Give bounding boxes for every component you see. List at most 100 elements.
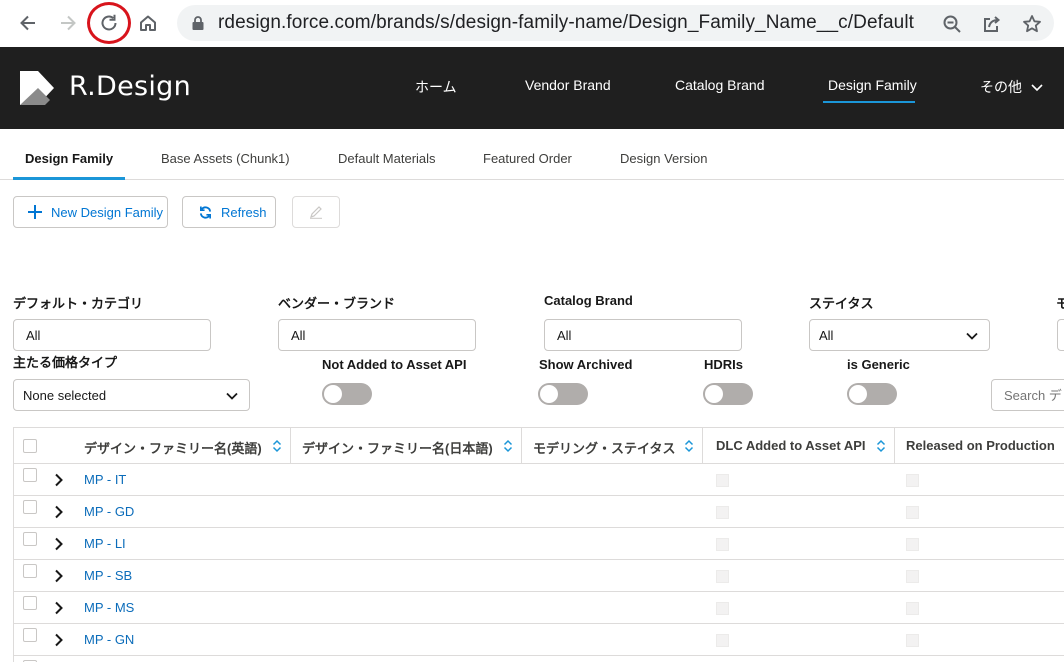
nav-more-label: その他: [980, 79, 1022, 95]
address-bar[interactable]: rdesign.force.com/brands/s/design-family…: [177, 5, 1054, 41]
design-family-link[interactable]: MP - LI: [84, 536, 126, 551]
vendor-brand-value: All: [291, 327, 306, 343]
show-archived-toggle[interactable]: [538, 383, 588, 405]
dlc-added-checkbox: [716, 474, 729, 487]
chevron-down-icon: [966, 332, 978, 340]
price-type-label: 主たる価格タイプ: [13, 355, 118, 370]
table-row[interactable]: MP - GD: [14, 496, 1064, 528]
column-header-dlc-added[interactable]: DLC Added to Asset API: [716, 438, 866, 453]
sort-icon[interactable]: [503, 439, 513, 453]
tab-featured-order[interactable]: Featured Order: [483, 151, 572, 166]
released-checkbox: [906, 506, 919, 519]
url-text: rdesign.force.com/brands/s/design-family…: [218, 12, 915, 33]
chevron-right-icon[interactable]: [54, 633, 64, 647]
app-header: R.Design ホーム Vendor Brand Catalog Brand …: [0, 47, 1064, 129]
refresh-label: Refresh: [221, 204, 267, 220]
tab-design-family[interactable]: Design Family: [25, 151, 113, 166]
released-checkbox: [906, 570, 919, 583]
edit-button[interactable]: [292, 196, 340, 228]
row-checkbox[interactable]: [23, 500, 37, 514]
table-row[interactable]: MP - LI: [14, 528, 1064, 560]
chevron-right-icon[interactable]: [54, 601, 64, 615]
catalog-brand-input[interactable]: All: [544, 319, 742, 351]
hdris-toggle[interactable]: [703, 383, 753, 405]
show-archived-label: Show Archived: [539, 357, 633, 372]
zoom-icon[interactable]: [941, 13, 963, 35]
price-type-select[interactable]: None selected: [13, 379, 250, 411]
chevron-right-icon[interactable]: [54, 569, 64, 583]
nav-catalog-brand[interactable]: Catalog Brand: [675, 77, 765, 93]
new-design-family-label: New Design Family: [51, 204, 163, 220]
design-family-link[interactable]: MP - IT: [84, 472, 126, 487]
nav-more[interactable]: その他: [980, 77, 1043, 97]
row-checkbox[interactable]: [23, 564, 37, 578]
chevron-right-icon[interactable]: [54, 537, 64, 551]
table-row[interactable]: MP - SB: [14, 560, 1064, 592]
is-generic-toggle[interactable]: [847, 383, 897, 405]
back-icon[interactable]: [13, 8, 43, 38]
search-input[interactable]: [991, 379, 1064, 411]
default-category-value: All: [26, 327, 41, 343]
column-header-modeling-status[interactable]: モデリング・ステイタス: [533, 438, 675, 457]
bookmark-star-icon[interactable]: [1021, 13, 1043, 35]
price-type-value: None selected: [23, 387, 107, 403]
column-header-name-ja[interactable]: デザイン・ファミリー名(日本語): [302, 438, 493, 457]
catalog-brand-label: Catalog Brand: [544, 293, 633, 308]
table-row[interactable]: MP - MS: [14, 592, 1064, 624]
share-icon[interactable]: [981, 13, 1003, 35]
vendor-brand-input[interactable]: All: [278, 319, 476, 351]
not-added-to-asset-api-toggle[interactable]: [322, 383, 372, 405]
sort-icon[interactable]: [876, 439, 886, 453]
chevron-down-icon: [226, 392, 238, 400]
nav-vendor-brand[interactable]: Vendor Brand: [525, 77, 611, 93]
extra-filter-label: モ: [1056, 296, 1064, 311]
default-category-input[interactable]: All: [13, 319, 211, 351]
reload-highlight-circle: [87, 2, 131, 44]
new-design-family-button[interactable]: New Design Family: [13, 196, 168, 228]
released-checkbox: [906, 538, 919, 551]
extra-filter-input[interactable]: [1057, 319, 1064, 351]
brand-name[interactable]: R.Design: [69, 71, 191, 102]
forward-icon[interactable]: [53, 8, 83, 38]
design-family-link[interactable]: MP - SB: [84, 568, 132, 583]
sort-icon[interactable]: [684, 439, 694, 453]
browser-toolbar: rdesign.force.com/brands/s/design-family…: [0, 0, 1064, 47]
table-row[interactable]: [14, 656, 1064, 662]
subtab-bar: Design Family Base Assets (Chunk1) Defau…: [0, 129, 1064, 180]
catalog-brand-value: All: [557, 327, 572, 343]
row-checkbox[interactable]: [23, 468, 37, 482]
row-checkbox[interactable]: [23, 596, 37, 610]
status-value: All: [819, 327, 834, 343]
table-header: デザイン・ファミリー名(英語) デザイン・ファミリー名(日本語) モデリング・ス…: [14, 428, 1064, 464]
row-checkbox[interactable]: [23, 628, 37, 642]
rdesign-logo-icon[interactable]: [20, 71, 54, 105]
nav-home[interactable]: ホーム: [415, 77, 457, 97]
home-icon[interactable]: [133, 8, 163, 38]
nav-design-family[interactable]: Design Family: [828, 77, 917, 93]
tab-design-version[interactable]: Design Version: [620, 151, 707, 166]
tab-base-assets[interactable]: Base Assets (Chunk1): [161, 151, 290, 166]
design-family-link[interactable]: MP - GN: [84, 632, 134, 647]
column-header-name-en[interactable]: デザイン・ファミリー名(英語): [84, 438, 262, 457]
table-row[interactable]: MP - GN: [14, 624, 1064, 656]
design-family-link[interactable]: MP - MS: [84, 600, 134, 615]
chevron-right-icon[interactable]: [54, 473, 64, 487]
released-checkbox: [906, 602, 919, 615]
column-header-released[interactable]: Released on Production: [906, 438, 1055, 453]
design-family-link[interactable]: MP - GD: [84, 504, 134, 519]
dlc-added-checkbox: [716, 538, 729, 551]
dlc-added-checkbox: [716, 602, 729, 615]
select-all-checkbox[interactable]: [23, 439, 37, 453]
table-row[interactable]: MP - IT: [14, 464, 1064, 496]
row-checkbox[interactable]: [23, 532, 37, 546]
vendor-brand-label: ベンダー・ブランド: [278, 296, 396, 311]
column-divider: [521, 428, 522, 464]
tab-default-materials[interactable]: Default Materials: [338, 151, 436, 166]
refresh-button[interactable]: Refresh: [182, 196, 276, 228]
refresh-icon: [199, 205, 212, 219]
sort-icon[interactable]: [272, 439, 282, 453]
design-family-table: デザイン・ファミリー名(英語) デザイン・ファミリー名(日本語) モデリング・ス…: [13, 427, 1064, 662]
dlc-added-checkbox: [716, 506, 729, 519]
status-select[interactable]: All: [809, 319, 990, 351]
chevron-right-icon[interactable]: [54, 505, 64, 519]
